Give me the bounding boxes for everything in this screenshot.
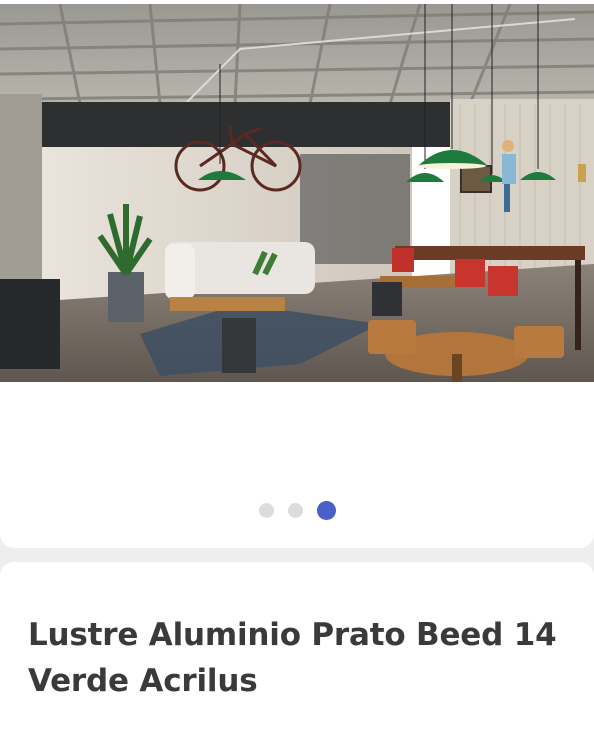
product-title: Lustre Aluminio Prato Beed 14 Verde Acri… (28, 617, 557, 699)
pagination-dot-1[interactable] (258, 502, 274, 518)
product-info-card: Lustre Aluminio Prato Beed 14 Verde Acri… (0, 562, 594, 732)
pagination-dot-2[interactable] (287, 502, 303, 518)
product-image-gallery[interactable] (0, 0, 594, 548)
pagination-dot-3-active[interactable] (316, 500, 336, 520)
gallery-pagination (0, 500, 594, 520)
product-photo[interactable] (0, 4, 594, 382)
